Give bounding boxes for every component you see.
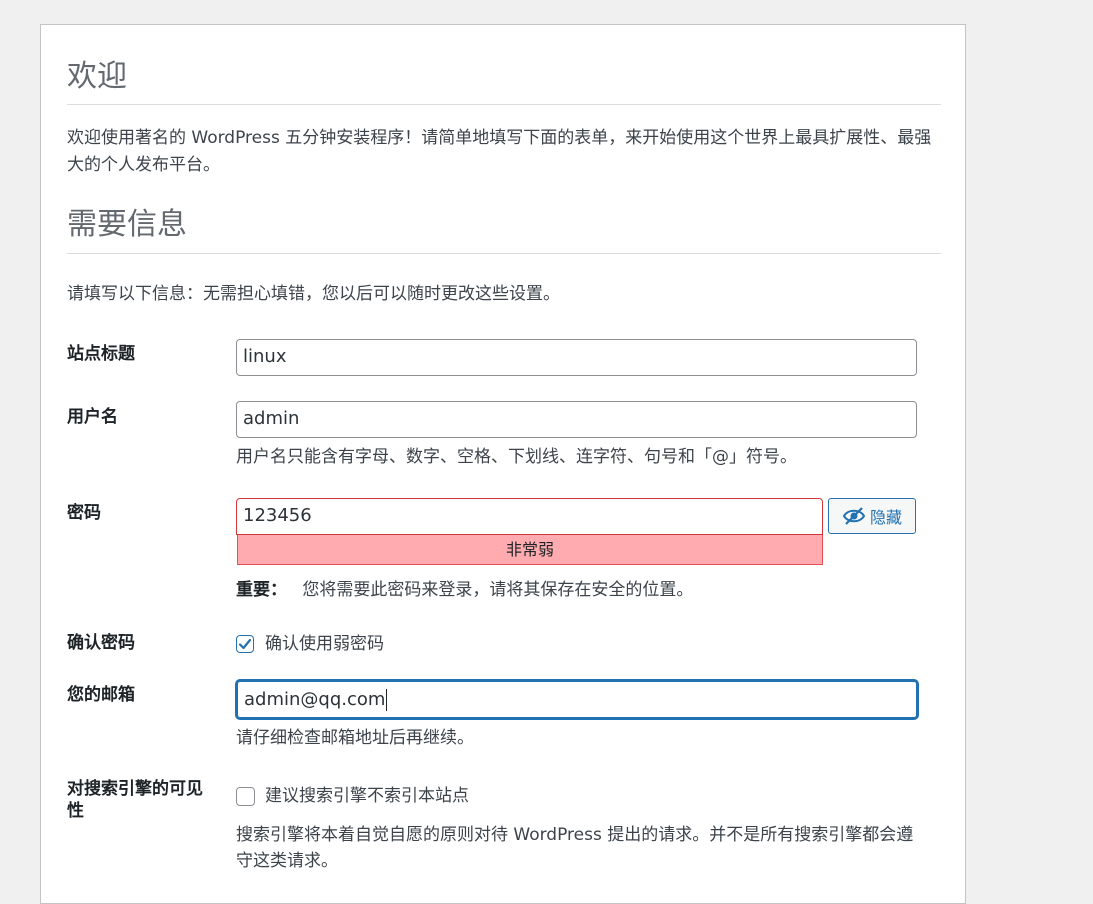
welcome-heading: 欢迎 xyxy=(67,59,941,105)
search-visibility-label: 对搜索引擎的可见性 xyxy=(67,779,203,821)
hide-button-label: 隐藏 xyxy=(869,508,902,527)
password-input[interactable]: 123456 xyxy=(236,498,823,535)
username-label: 用户名 xyxy=(67,407,118,427)
important-text: 您将需要此密码来登录，请将其保存在安全的位置。 xyxy=(302,580,694,600)
eye-slash-icon xyxy=(842,506,866,526)
password-important-note: 重要： 您将需要此密码来登录，请将其保存在安全的位置。 xyxy=(236,578,693,602)
password-strength-meter: 非常弱 xyxy=(237,535,823,565)
password-label: 密码 xyxy=(67,503,101,523)
email-value: admin@qq.com xyxy=(244,689,386,710)
important-label: 重要： xyxy=(236,580,287,600)
weak-password-checkbox[interactable] xyxy=(236,635,254,653)
email-label: 您的邮箱 xyxy=(67,685,135,705)
info-heading: 需要信息 xyxy=(67,207,941,254)
email-input[interactable]: admin@qq.com xyxy=(236,680,918,719)
email-hint: 请仔细检查邮箱地址后再继续。 xyxy=(236,728,474,748)
search-visibility-hint: 搜索引擎将本着自觉自愿的原则对待 WordPress 提出的请求。并不是所有搜索… xyxy=(236,825,914,871)
confirm-password-label: 确认密码 xyxy=(67,633,135,653)
text-caret xyxy=(386,689,388,711)
info-subtitle: 请填写以下信息：无需担心填错，您以后可以随时更改这些设置。 xyxy=(67,284,560,304)
discourage-search-checkbox-label[interactable]: 建议搜索引擎不索引本站点 xyxy=(265,784,469,808)
username-hint: 用户名只能含有字母、数字、空格、下划线、连字符、句号和「@」符号。 xyxy=(236,447,797,467)
username-input[interactable]: admin xyxy=(236,401,917,438)
install-form-card: 欢迎 欢迎使用著名的 WordPress 五分钟安装程序！请简单地填写下面的表单… xyxy=(40,24,966,904)
hide-password-button[interactable]: 隐藏 xyxy=(828,498,916,534)
site-title-label: 站点标题 xyxy=(67,344,135,364)
site-title-input[interactable]: linux xyxy=(236,339,917,376)
welcome-intro: 欢迎使用著名的 WordPress 五分钟安装程序！请简单地填写下面的表单，来开… xyxy=(67,128,932,175)
discourage-search-checkbox[interactable] xyxy=(236,787,255,806)
weak-password-checkbox-label[interactable]: 确认使用弱密码 xyxy=(265,632,384,656)
checkmark-icon xyxy=(238,638,252,650)
